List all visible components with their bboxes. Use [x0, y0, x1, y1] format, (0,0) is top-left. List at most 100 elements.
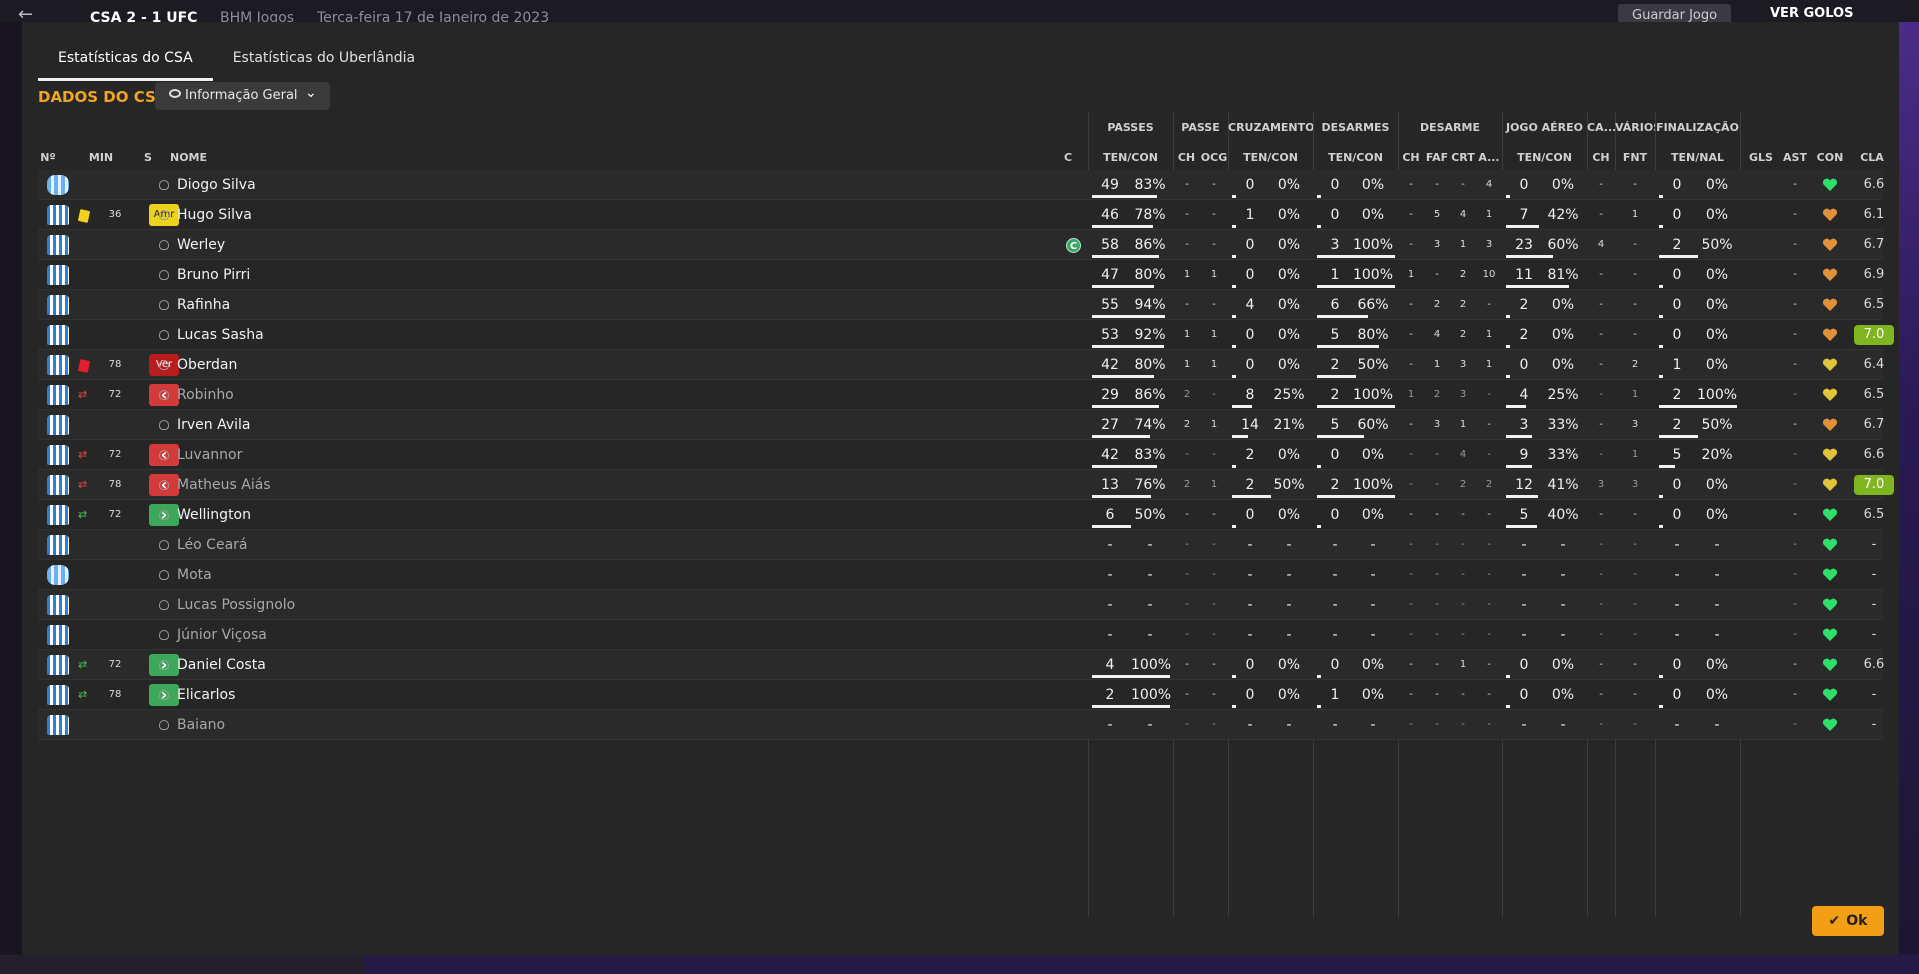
col-assists[interactable]: AST [1778, 148, 1812, 168]
col-status[interactable]: S [138, 148, 158, 168]
table-row[interactable]: ⇄ 78 › Elicarlos 2 100% - -0 0% 1 0% - - - -0 0% - -0 0% - - [38, 680, 1883, 710]
substitution-in-icon: ⇄ [78, 658, 88, 671]
table-row[interactable]: Diogo Silva 49 83% - -0 0% 0 0% - - -4 0 0% - -0 0% -6.6 [38, 170, 1884, 200]
player-name[interactable]: Wellington [159, 500, 251, 530]
chances-created: 1 [1210, 479, 1218, 490]
col-name[interactable]: NOME [170, 148, 230, 168]
player-name[interactable]: Lucas Sasha [159, 320, 264, 350]
player-name[interactable]: Irven Avila [159, 410, 251, 440]
player-name[interactable]: Rafinha [159, 290, 230, 320]
percentage-bar [1317, 495, 1395, 498]
table-row[interactable]: Rafinha 55 94% - -4 0% 6 66% -2 2-2 0% - -0 0% -6.5 [38, 290, 1884, 320]
tab-csa-stats[interactable]: Estatísticas do CSA [38, 36, 213, 81]
player-name[interactable]: Léo Ceará [159, 530, 248, 560]
col-ca-ch[interactable]: CH [1587, 148, 1615, 168]
col-def-a[interactable]: A... [1476, 148, 1502, 168]
col-tackle-tencon[interactable]: TEN/CON [1313, 148, 1398, 168]
tackle-attempts: 0 [1330, 207, 1340, 223]
percentage-bar [1092, 255, 1159, 258]
view-select-dropdown[interactable]: Informação Geral ⌄ [155, 82, 330, 110]
table-row[interactable]: Bruno Pirri 47 80% 1 1 0 0% 1 100% 1-2 10 11 81% - -0 0… [38, 260, 1884, 290]
col-def-crt[interactable]: CRT [1450, 148, 1476, 168]
player-name[interactable]: Diogo Silva [159, 170, 256, 200]
player-name[interactable]: Elicarlos [159, 680, 235, 710]
condition-heart-icon [1822, 358, 1838, 372]
def-crt: - [1461, 719, 1465, 730]
aerial-percent: 33% [1547, 417, 1579, 433]
shot-attempts: 0 [1672, 657, 1682, 673]
player-name[interactable]: Oberdan [159, 350, 237, 380]
substitution-out-icon: ⇄ [78, 448, 88, 461]
col-pass-tencon[interactable]: TEN/CON [1088, 148, 1173, 168]
table-row[interactable]: ⇄ 78 ‹ Matheus Aiás 13 76% 2 1 2 50% 2 100% - -2 2 12 41… [38, 470, 1894, 500]
table-row[interactable]: Baiano - - - - - - - - - - - - - - - - - - - - [38, 710, 1883, 740]
col-pass-ch[interactable]: CH [1173, 148, 1200, 168]
goals-value [1744, 410, 1778, 440]
table-row[interactable]: Mota - - - - - - - - - - - - - - - - - - - - [38, 560, 1883, 590]
col-condition[interactable]: CON [1812, 148, 1848, 168]
col-def-ch[interactable]: CH [1398, 148, 1424, 168]
eye-icon [169, 89, 181, 98]
player-name[interactable]: Baiano [159, 710, 225, 740]
col-captain[interactable]: C [1058, 148, 1078, 168]
goals-value [1744, 350, 1778, 380]
col-def-faf[interactable]: FAF [1424, 148, 1450, 168]
player-name[interactable]: Júnior Viçosa [159, 620, 267, 650]
player-name[interactable]: Lucas Possignolo [159, 590, 295, 620]
table-row[interactable]: ⇄ 72 › Wellington 6 50% - -0 0% 0 0% - - - -5 40% - -0 0% -… [38, 500, 1884, 530]
ok-button[interactable]: ✔ Ok [1812, 906, 1884, 936]
table-row[interactable]: 78 Ver Oberdan 42 80% 1 1 0 0% 2 50% -1 3 1 0 0% -2 1 0% -6… [38, 350, 1884, 380]
table-row[interactable]: Júnior Viçosa - - - - - - - - - - - - - - - - - - - - [38, 620, 1883, 650]
col-aerial-tencon[interactable]: TEN/CON [1502, 148, 1587, 168]
percentage-bar [1317, 345, 1379, 348]
player-name[interactable]: Luvannor [159, 440, 242, 470]
player-name[interactable]: Mota [159, 560, 212, 590]
player-name[interactable]: Matheus Aiás [159, 470, 271, 500]
pass-attempts: - [1107, 537, 1113, 553]
player-name[interactable]: Bruno Pirri [159, 260, 250, 290]
table-row[interactable]: Werley C 58 86% - -0 0% 3 100% -3 1 3 23 60% 4-2 50% -6.… [38, 230, 1884, 260]
col-cross-tencon[interactable]: TEN/CON [1228, 148, 1313, 168]
table-row[interactable]: 36 Amr Hugo Silva 46 78% - -1 0% 0 0% -5 4 1 7 42% -1 0 0… [38, 200, 1884, 230]
col-fouls[interactable]: FNT [1615, 148, 1655, 168]
tab-uberlandia-stats[interactable]: Estatísticas do Uberlândia [213, 36, 435, 81]
table-row[interactable]: Léo Ceará - - - - - - - - - - - - - - - - - - - - [38, 530, 1883, 560]
shirt-icon [47, 295, 69, 315]
player-name[interactable]: Werley [159, 230, 225, 260]
def-faf: 3 [1433, 239, 1441, 250]
table-row[interactable]: ⇄ 72 › Daniel Costa 4 100% - -0 0% 0 0% - -1-0 0% - -0 0… [38, 650, 1884, 680]
table-row[interactable]: ⇄ 72 ‹ Robinho 29 86% 2-8 25% 2 100% 1 2 3-4 25% -1 2 10… [38, 380, 1884, 410]
aerial-attempts: - [1521, 537, 1527, 553]
condition-heart-icon [1822, 238, 1838, 252]
player-name[interactable]: Daniel Costa [159, 650, 266, 680]
percentage-bar [1659, 465, 1675, 468]
watch-goals-button[interactable]: VER GOLOS [1770, 6, 1853, 21]
col-shots-tennal[interactable]: TEN/NAL [1655, 148, 1740, 168]
def-a: - [1487, 539, 1491, 550]
person-icon [159, 300, 169, 310]
table-row[interactable]: Lucas Possignolo - - - - - - - - - - - - - - - - - - - - [38, 590, 1883, 620]
shot-attempts: - [1674, 597, 1680, 613]
table-row[interactable]: ⇄ 72 ‹ Luvannor 42 83% - -2 0% 0 0% - -4-9 33% -1 5 20% -… [38, 440, 1884, 470]
shot-percent: 0% [1705, 357, 1729, 373]
col-goals[interactable]: GLS [1744, 148, 1778, 168]
col-number[interactable]: Nº [38, 148, 58, 168]
key-passes: 1 [1183, 359, 1191, 370]
goals-value [1744, 500, 1778, 530]
shot-percent: 0% [1705, 327, 1729, 343]
minute-value [100, 230, 130, 260]
def-faf: - [1435, 449, 1439, 460]
col-minutes[interactable]: MIN [86, 148, 116, 168]
table-row[interactable]: Lucas Sasha 53 92% 1 1 0 0% 5 80% -4 2 1 2 0% - -0 0% -7.… [38, 320, 1894, 350]
player-name[interactable]: Hugo Silva [159, 200, 252, 230]
col-pass-ocg[interactable]: OCG [1200, 148, 1228, 168]
table-row[interactable]: Irven Avila 27 74% 2 1 14 21% 5 60% -3 1-3 33% -3 2 50… [38, 410, 1884, 440]
cross-percent: 50% [1273, 477, 1305, 493]
def-a: 10 [1482, 269, 1496, 280]
col-rating[interactable]: CLA [1852, 148, 1892, 168]
player-name[interactable]: Robinho [159, 380, 234, 410]
player-name-text: Oberdan [177, 357, 238, 373]
percentage-bar [1659, 225, 1663, 228]
tackle-attempts: - [1332, 567, 1338, 583]
aerial-percent: - [1560, 717, 1566, 733]
